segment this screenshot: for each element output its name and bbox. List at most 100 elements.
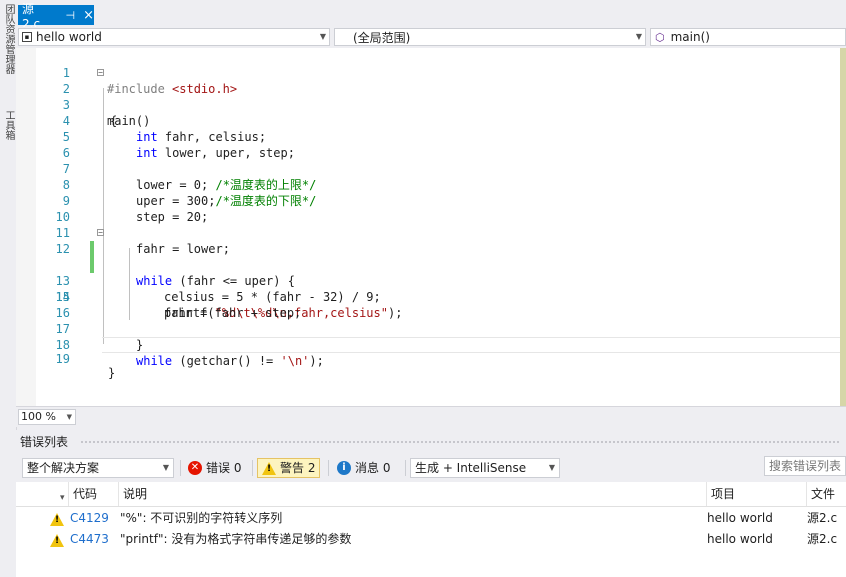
change-marker: [90, 241, 94, 257]
toolbar-separator: [328, 460, 329, 476]
column-header-project[interactable]: 项目: [706, 482, 806, 506]
info-icon: i: [337, 461, 351, 475]
code-line: 7 lower = 0; /*温度表的上限*/: [16, 145, 840, 192]
scope-dropdown-value: (全局范围): [353, 30, 411, 45]
panel-grip[interactable]: [80, 440, 840, 444]
chevron-down-icon: ▼: [548, 463, 555, 472]
code-line: 10: [16, 193, 840, 224]
code-line: 8 uper = 300;/*温度表的下限*/: [16, 161, 840, 208]
column-header-file[interactable]: 文件: [806, 482, 846, 506]
build-filter-dropdown[interactable]: 生成 + IntelliSense ▼: [410, 458, 560, 478]
code-line: 1 #include <stdio.h>: [16, 49, 840, 96]
warning-description: "printf": 没有为格式字符串传递足够的参数: [120, 532, 352, 546]
column-header-label: 项目: [711, 487, 736, 501]
code-string: '\n': [280, 354, 310, 368]
warnings-filter-label: 警告 2: [280, 461, 316, 475]
code-token: }: [108, 366, 116, 380]
warnings-filter-button[interactable]: ! 警告 2: [257, 458, 321, 478]
chevron-down-icon: ▼: [319, 32, 326, 41]
warning-file: 源2.c: [807, 532, 838, 546]
editor-scrollbar[interactable]: [840, 48, 846, 406]
side-tool-strip: 团队资源管理器 工具箱: [0, 0, 17, 577]
project-dropdown[interactable]: ▪ hello world ▼: [18, 28, 330, 46]
member-dropdown-value: main(): [670, 30, 710, 44]
column-header-code[interactable]: 代码: [68, 482, 120, 506]
code-token: );: [309, 354, 324, 368]
code-line: 12 − while (fahr <= uper) {: [16, 225, 840, 289]
document-tab[interactable]: 源2.c ⊣ ×: [18, 2, 94, 31]
collapse-icon[interactable]: −: [97, 229, 104, 237]
chevron-down-icon: ▼: [635, 32, 642, 41]
chevron-down-icon: ▼: [162, 463, 169, 472]
error-list-search-input[interactable]: 搜索错误列表: [764, 456, 846, 476]
toolbar-separator: [252, 460, 253, 476]
zoom-dropdown[interactable]: 100 % ▼: [18, 409, 76, 425]
table-header: ▾ 代码 说明 项目 文件: [16, 482, 846, 507]
code-line: 9 step = 20;: [16, 177, 840, 224]
error-list-panel: 错误列表 整个解决方案 ▼ ✕ 错误 0 ! 警告 2 i 消息 0 生成 + …: [16, 430, 846, 577]
warning-icon: !: [50, 533, 64, 554]
scope-dropdown[interactable]: (全局范围) ▼: [334, 28, 646, 46]
code-line: 17 }: [16, 305, 840, 352]
code-line: 5 int lower, uper, step;: [16, 113, 840, 160]
member-dropdown[interactable]: ⬡ main(): [650, 28, 846, 46]
column-filter-icon[interactable]: ▾: [60, 486, 65, 510]
code-line: 6: [16, 129, 840, 160]
scope-filter-dropdown[interactable]: 整个解决方案 ▼: [22, 458, 174, 478]
warning-project: hello world: [707, 532, 773, 546]
chevron-down-icon: ▼: [66, 413, 72, 421]
navigation-bar: ▪ hello world ▼ (全局范围) ▼ ⬡ main(): [16, 27, 846, 49]
column-header-description[interactable]: 说明: [118, 482, 706, 506]
search-placeholder: 搜索错误列表: [769, 459, 842, 473]
code-line: 4 int fahr, celsius;: [16, 97, 840, 144]
column-header-label: 说明: [123, 487, 148, 501]
code-line: 13 celsius = 5 * (fahr - 32) / 9;: [16, 241, 840, 304]
toolbar-separator: [405, 460, 406, 476]
code-line: 16: [16, 289, 840, 320]
line-number: 18: [55, 338, 70, 352]
document-tab-bar: 源2.c ⊣ ×: [16, 0, 846, 31]
project-icon: ▪: [22, 32, 32, 42]
document-tab-title: 源2.c: [22, 1, 41, 31]
code-line: 3 {: [16, 81, 840, 128]
warning-project: hello world: [707, 511, 773, 525]
error-list-title: 错误列表: [20, 435, 69, 449]
messages-filter-label: 消息 0: [355, 461, 391, 475]
toolbox-tab[interactable]: 工具箱: [1, 110, 16, 140]
code-line: 2 − main(): [16, 65, 840, 129]
warning-icon: !: [262, 461, 276, 475]
build-filter-value: 生成 + IntelliSense: [415, 461, 527, 475]
team-explorer-tab[interactable]: 团队资源管理器: [1, 4, 16, 74]
change-marker: [90, 257, 94, 273]
collapse-icon[interactable]: −: [97, 69, 104, 77]
code-line: 15 fahr = fahr + step;: [16, 273, 840, 320]
table-row[interactable]: ! C4129 "%": 不可识别的字符转义序列 hello world 源2.…: [16, 508, 846, 529]
table-row[interactable]: ! C4473 "printf": 没有为格式字符串传递足够的参数 hello …: [16, 529, 846, 550]
error-list-table: ▾ 代码 说明 项目 文件 ! C4129 "%": 不可识别的字符转义序列 h…: [16, 482, 846, 577]
warning-code-link[interactable]: C4129: [70, 508, 109, 529]
error-list-title-bar[interactable]: 错误列表: [16, 430, 846, 454]
code-line: 18 while (getchar() != '\n');: [16, 321, 840, 368]
error-icon: ✕: [188, 461, 202, 475]
code-line: 14 printf("%d\t\%d\n,fahr,celsius");: [16, 257, 840, 320]
close-icon[interactable]: ×: [83, 8, 94, 23]
messages-filter-button[interactable]: i 消息 0: [333, 458, 394, 478]
warning-description: "%": 不可识别的字符转义序列: [120, 511, 283, 525]
column-header-label: 代码: [73, 487, 98, 501]
warning-file: 源2.c: [807, 511, 838, 525]
scope-filter-value: 整个解决方案: [27, 461, 100, 475]
pin-icon[interactable]: ⊣: [66, 9, 76, 22]
code-token: while: [136, 354, 173, 368]
warning-code-link[interactable]: C4473: [70, 529, 109, 550]
method-icon: ⬡: [655, 30, 665, 44]
column-header-label: 文件: [811, 487, 836, 501]
toolbar-separator: [180, 460, 181, 476]
line-number: 19: [55, 352, 70, 366]
current-line-highlight: 19 }: [56, 337, 840, 380]
errors-filter-button[interactable]: ✕ 错误 0: [184, 458, 245, 478]
code-line: 11 fahr = lower;: [16, 209, 840, 256]
code-editor[interactable]: 1 #include <stdio.h> 2 − main() 3 { 4 in…: [16, 48, 840, 406]
project-dropdown-value: hello world: [36, 30, 102, 44]
editor-status-row: 100 % ▼: [16, 406, 846, 427]
error-list-toolbar: 整个解决方案 ▼ ✕ 错误 0 ! 警告 2 i 消息 0 生成 + Intel…: [16, 454, 846, 482]
